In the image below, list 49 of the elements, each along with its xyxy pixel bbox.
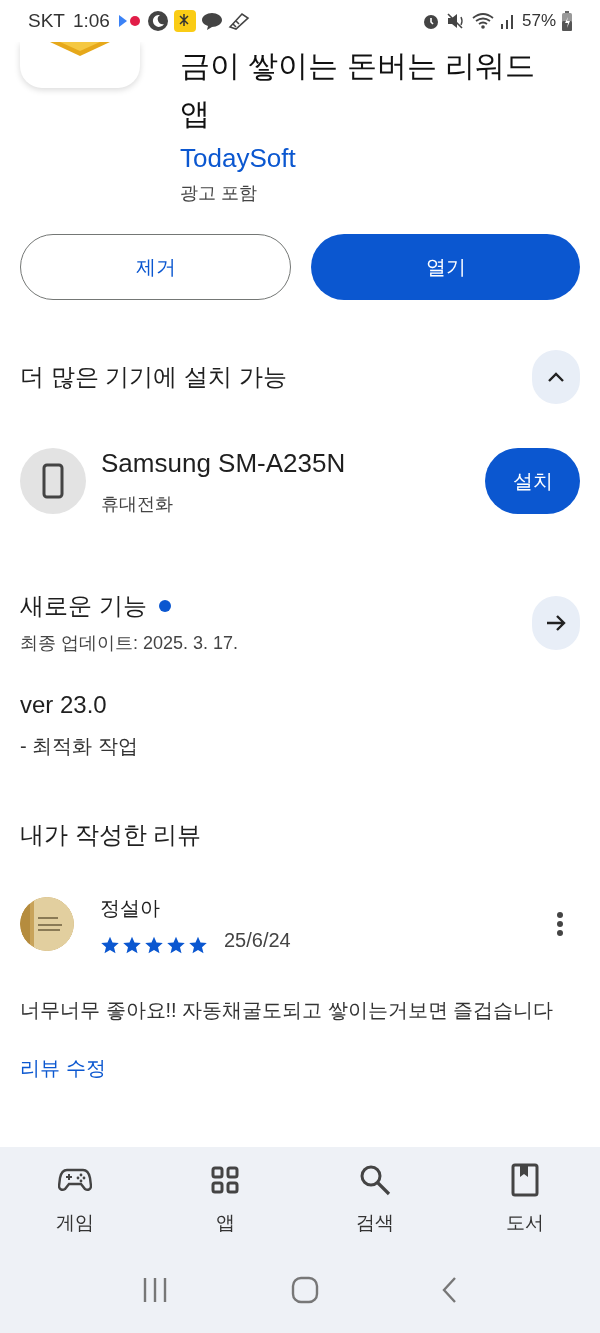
reviewer-name: 정설아	[100, 896, 161, 921]
uninstall-button[interactable]: 제거	[20, 234, 291, 300]
star-icon	[100, 935, 120, 955]
open-button[interactable]: 열기	[311, 234, 580, 300]
nav-tab[interactable]: 앱	[170, 1157, 280, 1237]
more-button[interactable]	[532, 595, 580, 650]
wifi-icon	[471, 12, 494, 30]
nav-tab[interactable]: 검색	[320, 1157, 430, 1237]
moon-icon	[146, 10, 169, 32]
release-notes: - 최적화 작업	[20, 734, 139, 759]
star-icon	[188, 935, 208, 955]
clock: 1:06	[72, 8, 110, 33]
device-type: 휴대전화	[101, 493, 174, 516]
search-icon	[359, 1164, 391, 1196]
section-title: 새로운 기능	[20, 591, 147, 621]
gamepad-icon	[58, 1167, 92, 1193]
alarm-icon	[421, 12, 440, 30]
chat-icon	[200, 11, 223, 31]
app-notification-icon	[173, 10, 196, 32]
star-icon	[144, 935, 164, 955]
section-title: 더 많은 기기에 설치 가능	[20, 362, 287, 392]
nav-tab[interactable]: 도서	[470, 1157, 580, 1237]
star-icon	[122, 935, 142, 955]
install-button[interactable]: 설치	[485, 448, 580, 514]
book-icon	[511, 1163, 539, 1197]
home-icon[interactable]	[291, 1276, 319, 1304]
star-icon	[166, 935, 186, 955]
edit-review-link[interactable]: 리뷰 수정	[20, 1053, 106, 1083]
mute-icon	[445, 12, 466, 30]
section-title: 내가 작성한 리뷰	[20, 820, 203, 850]
device-name: Samsung SM-A235N	[101, 447, 347, 480]
ads-label: 광고 포함	[180, 182, 258, 205]
carrier: SKT	[28, 8, 65, 33]
apps-grid-icon	[211, 1166, 239, 1194]
app-title: 금이 쌓이는 돈버는 리워드 앱	[180, 48, 536, 132]
more-options-icon[interactable]	[556, 911, 564, 937]
developer-link[interactable]: TodaySoft	[180, 140, 540, 176]
battery-percent: 57%	[521, 10, 556, 33]
arrow-right-icon	[545, 612, 567, 633]
battery-icon	[562, 11, 572, 31]
back-icon[interactable]	[441, 1276, 459, 1304]
signal-icon	[499, 13, 516, 29]
nav-tab[interactable]: 게임	[20, 1157, 130, 1237]
media-notification-icon	[117, 14, 142, 28]
update-date: 최종 업데이트: 2025. 3. 17.	[20, 632, 239, 655]
review-date: 25/6/24	[224, 928, 291, 953]
version-text: ver 23.0	[20, 690, 108, 720]
review-text: 너무너무 좋아요!! 자동채굴도되고 쌓이는거보면 즐겁습니다	[20, 998, 555, 1023]
recent-apps-icon[interactable]	[141, 1276, 169, 1304]
